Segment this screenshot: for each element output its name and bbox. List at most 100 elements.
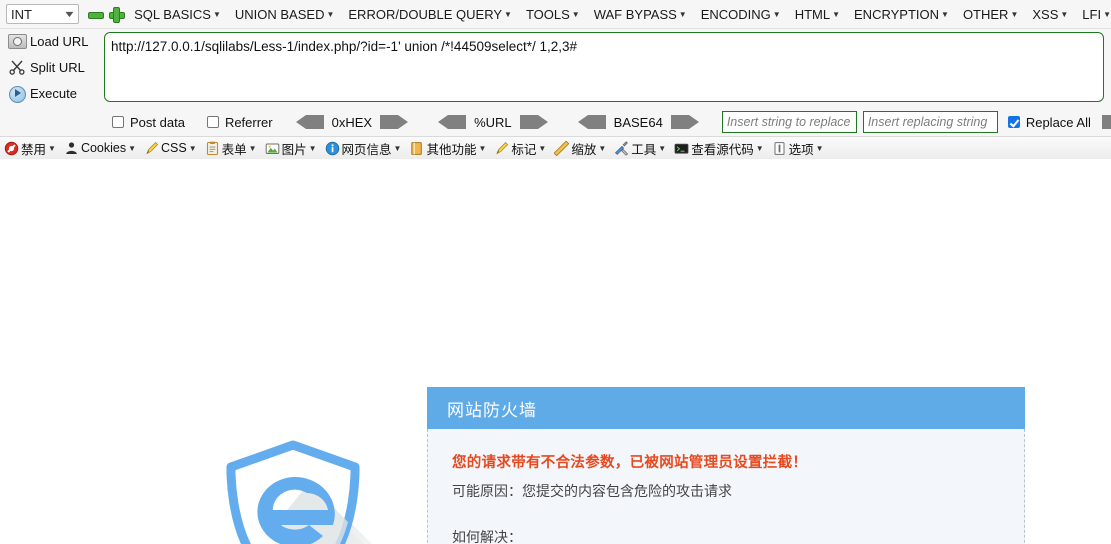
ruler-icon: [554, 140, 570, 156]
caret-down-icon: ▼: [832, 9, 841, 19]
post-data-checkbox[interactable]: Post data: [112, 115, 185, 130]
remove-tab-button[interactable]: [87, 6, 105, 22]
book-icon: [409, 141, 424, 156]
devbar-item-options[interactable]: 选项 ▼: [772, 139, 824, 158]
menu-other[interactable]: OTHER ▼: [963, 7, 1018, 22]
hackbar-encoder-row: Post data Referrer 0xHEX %URL BASE64 Ins…: [0, 108, 1111, 136]
replace-apply-arrow-icon[interactable]: [1101, 115, 1111, 129]
base64-encoder-group: BASE64: [577, 115, 700, 130]
hex-decode-arrow-icon[interactable]: [295, 115, 325, 129]
devbar-item-forms[interactable]: 表单 ▼: [205, 139, 257, 158]
hackbar-action-column: Load URL Split URL Execute: [0, 28, 100, 106]
menu-html[interactable]: HTML ▼: [795, 7, 840, 22]
devbar-label: 选项: [788, 142, 814, 157]
caret-down-icon: ▼: [212, 9, 221, 19]
post-data-checkbox-box[interactable]: [112, 116, 124, 128]
caret-down-icon: ▼: [1010, 9, 1019, 19]
menu-union-based[interactable]: UNION BASED ▼: [235, 7, 335, 22]
devbar-label: 其他功能: [426, 142, 477, 157]
menu-label: LFI: [1082, 6, 1102, 22]
menu-label: XSS: [1032, 6, 1059, 22]
menu-label: TOOLS: [525, 6, 570, 22]
web-developer-toolbar: 禁用 ▼ Cookies ▼ CSS ▼ 表单 ▼ 图片 ▼ 网页信息 ▼ 其他…: [0, 136, 1111, 159]
replace-all-checkbox-box[interactable]: [1007, 116, 1020, 128]
image-icon: [265, 141, 280, 156]
caret-down-icon: ▼: [571, 9, 580, 19]
terminal-icon: [674, 141, 689, 156]
firewall-panel: 网站防火墙 您的请求带有不合法参数，已被网站管理员设置拦截！ 可能原因：您提交的…: [427, 387, 1025, 544]
payload-type-value: INT: [11, 6, 32, 22]
devbar-item-disable[interactable]: 禁用 ▼: [4, 139, 56, 158]
block-warning-text: 您的请求带有不合法参数，已被网站管理员设置拦截！: [452, 455, 808, 471]
url-input[interactable]: [104, 32, 1104, 102]
info-icon: [325, 141, 340, 156]
url-decode-arrow-icon[interactable]: [437, 115, 467, 129]
devbar-label: 工具: [631, 142, 657, 157]
devbar-label: 网页信息: [341, 142, 392, 157]
hex-encode-arrow-icon[interactable]: [379, 115, 409, 129]
caret-down-icon: ▼: [308, 143, 317, 153]
caret-down-icon: ▼: [48, 143, 56, 153]
block-reason-text: 可能原因：您提交的内容包含危险的攻击请求: [452, 483, 732, 499]
page-content: 网站防火墙 您的请求带有不合法参数，已被网站管理员设置拦截！ 可能原因：您提交的…: [0, 159, 1111, 544]
devbar-item-page-info[interactable]: 网页信息 ▼: [325, 139, 401, 158]
devbar-label: 表单: [221, 142, 247, 157]
replace-string-input[interactable]: [862, 111, 998, 133]
caret-down-icon: ▼: [128, 143, 137, 153]
devbar-item-resize[interactable]: 缩放 ▼: [554, 139, 606, 158]
referrer-checkbox-box[interactable]: [206, 116, 219, 128]
devbar-item-cookies[interactable]: Cookies ▼: [64, 141, 136, 156]
menu-tools[interactable]: TOOLS ▼: [526, 7, 580, 22]
hex-label: 0xHEX: [331, 114, 373, 130]
menu-encoding[interactable]: ENCODING ▼: [701, 7, 781, 22]
menu-label: SQL BASICS: [134, 6, 211, 22]
hackbar-menu-row: INT ▼ SQL BASICS ▼ UNION BASED ▼ ERROR/DOU…: [0, 0, 1111, 29]
devbar-item-misc[interactable]: 其他功能 ▼: [409, 139, 486, 158]
tools-icon: [614, 140, 629, 156]
firewall-panel-header: 网站防火墙: [427, 387, 1025, 429]
replace-all-checkbox[interactable]: Replace All: [1007, 115, 1091, 130]
base64-encode-arrow-icon[interactable]: [670, 115, 700, 129]
add-tab-button[interactable]: [108, 6, 126, 23]
url-encode-arrow-icon[interactable]: [519, 115, 549, 129]
play-circle-icon: [6, 83, 28, 103]
base64-decode-arrow-icon[interactable]: [577, 115, 607, 129]
caret-down-icon: ▼: [772, 9, 781, 19]
split-url-label: Split URL: [30, 59, 85, 75]
caret-down-icon: ▼: [1103, 9, 1111, 19]
caret-down-icon: ▼: [678, 9, 687, 19]
menu-label: OTHER: [962, 6, 1009, 22]
split-url-button[interactable]: Split URL: [0, 54, 100, 80]
devbar-item-view-source[interactable]: 查看源代码 ▼: [674, 139, 764, 158]
execute-button[interactable]: Execute: [0, 80, 100, 106]
referrer-checkbox[interactable]: Referrer: [206, 115, 273, 130]
devbar-item-tools[interactable]: 工具 ▼: [614, 139, 666, 158]
devbar-item-css[interactable]: CSS ▼: [144, 141, 197, 156]
post-data-label: Post data: [130, 114, 185, 130]
cookie-person-icon: [64, 141, 79, 156]
disable-icon: [4, 141, 19, 156]
caret-down-icon: ▼: [941, 9, 949, 19]
devbar-item-images[interactable]: 图片 ▼: [265, 139, 317, 158]
caret-down-icon: ▼: [658, 143, 667, 153]
menu-label: ERROR/DOUBLE QUERY: [348, 6, 503, 22]
menu-sql-basics[interactable]: SQL BASICS ▼: [134, 7, 221, 22]
load-url-button[interactable]: Load URL: [0, 28, 100, 54]
caret-down-icon: ▼: [598, 143, 607, 153]
menu-xss[interactable]: XSS ▼: [1032, 7, 1068, 22]
caret-down-icon: ▼: [538, 143, 547, 153]
pencil-icon: [144, 141, 159, 156]
shield-e-logo: [205, 437, 395, 544]
menu-error-double-query[interactable]: ERROR/DOUBLE QUERY ▼: [348, 7, 512, 22]
options-icon: [772, 141, 787, 156]
menu-lfi[interactable]: LFI ▼: [1082, 7, 1111, 22]
caret-down-icon: ▼: [1060, 9, 1069, 19]
caret-down-icon: ▼: [188, 143, 197, 153]
howto-heading: 如何解决：: [452, 529, 522, 544]
devbar-item-outline[interactable]: 标记 ▼: [494, 139, 546, 158]
payload-type-select[interactable]: INT ▼: [6, 4, 80, 24]
chevron-down-icon: ▼: [63, 9, 77, 19]
find-string-input[interactable]: [721, 111, 857, 133]
menu-waf-bypass[interactable]: WAF BYPASS ▼: [594, 7, 687, 22]
menu-encryption[interactable]: ENCRYPTION ▼: [854, 7, 949, 22]
